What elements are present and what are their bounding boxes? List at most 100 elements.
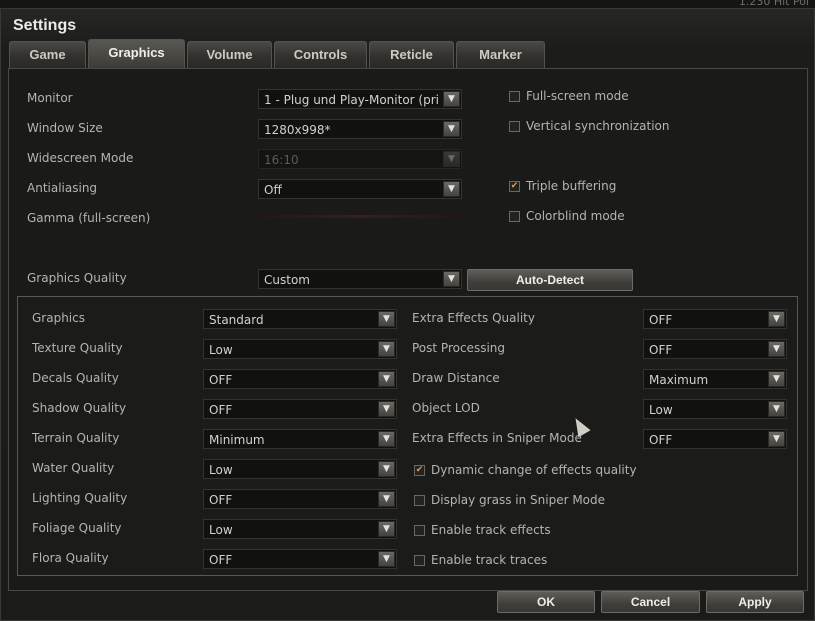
- chevron-down-icon[interactable]: ▼: [378, 401, 395, 417]
- decals-quality-label: Decals Quality: [32, 371, 119, 385]
- chevron-down-icon[interactable]: ▼: [378, 521, 395, 537]
- tab-game[interactable]: Game: [9, 41, 86, 68]
- enable-track-traces-checkbox[interactable]: Enable track traces: [414, 553, 547, 567]
- vsync-label: Vertical synchronization: [526, 119, 670, 133]
- display-grass-in-sniper-mode-label: Display grass in Sniper Mode: [431, 493, 606, 507]
- widescreen-dropdown: 16:10 ▼: [258, 149, 462, 169]
- ok-button[interactable]: OK: [497, 591, 595, 613]
- tab-reticle[interactable]: Reticle: [369, 41, 454, 68]
- window-title: Settings: [13, 17, 77, 34]
- graphics-value: Standard: [209, 313, 264, 327]
- chevron-down-icon[interactable]: ▼: [768, 371, 785, 387]
- chevron-down-icon[interactable]: ▼: [378, 431, 395, 447]
- gamma-slider[interactable]: [258, 215, 460, 218]
- checkbox-box[interactable]: [509, 90, 520, 102]
- chevron-down-icon[interactable]: ▼: [378, 311, 395, 327]
- shadow-quality-label: Shadow Quality: [32, 401, 127, 415]
- chevron-down-icon[interactable]: ▼: [378, 341, 395, 357]
- enable-track-effects-label: Enable track effects: [431, 523, 551, 537]
- checkmark-icon[interactable]: ✔: [414, 464, 425, 476]
- triple-buffering-checkbox[interactable]: ✔ Triple buffering: [509, 179, 616, 193]
- graphics-label: Graphics: [32, 311, 85, 325]
- checkbox-box[interactable]: [414, 554, 425, 566]
- shadow-quality-dropdown[interactable]: OFF ▼: [203, 399, 397, 419]
- extra-effects-quality-dropdown[interactable]: OFF ▼: [643, 309, 787, 329]
- checkbox-box[interactable]: [509, 120, 520, 132]
- checkbox-box[interactable]: [509, 210, 520, 222]
- auto-detect-button[interactable]: Auto-Detect: [467, 269, 633, 291]
- fullscreen-label: Full-screen mode: [526, 89, 629, 103]
- chevron-down-icon[interactable]: ▼: [768, 341, 785, 357]
- post-processing-dropdown[interactable]: OFF ▼: [643, 339, 787, 359]
- terrain-quality-dropdown[interactable]: Minimum ▼: [203, 429, 397, 449]
- extra-effects-in-sniper-mode-label: Extra Effects in Sniper Mode: [412, 431, 582, 445]
- widescreen-label: Widescreen Mode: [27, 151, 134, 165]
- texture-quality-label: Texture Quality: [32, 341, 123, 355]
- cancel-button[interactable]: Cancel: [601, 591, 700, 613]
- monitor-label: Monitor: [27, 91, 73, 105]
- monitor-dropdown[interactable]: 1 - Plug und Play-Monitor (prima ▼: [258, 89, 462, 109]
- graphics-dropdown[interactable]: Standard ▼: [203, 309, 397, 329]
- post-processing-label: Post Processing: [412, 341, 505, 355]
- checkmark-icon[interactable]: ✔: [509, 180, 520, 192]
- chevron-down-icon[interactable]: ▼: [768, 431, 785, 447]
- shadow-quality-value: OFF: [209, 403, 233, 417]
- chevron-down-icon[interactable]: ▼: [378, 461, 395, 477]
- decals-quality-value: OFF: [209, 373, 233, 387]
- water-quality-dropdown[interactable]: Low ▼: [203, 459, 397, 479]
- colorblind-label: Colorblind mode: [526, 209, 625, 223]
- extra-effects-in-sniper-mode-dropdown[interactable]: OFF ▼: [643, 429, 787, 449]
- draw-distance-value: Maximum: [649, 373, 709, 387]
- checkbox-box[interactable]: [414, 524, 425, 536]
- water-quality-value: Low: [209, 463, 233, 477]
- window-size-label: Window Size: [27, 121, 103, 135]
- gamma-label: Gamma (full-screen): [27, 211, 151, 225]
- graphics-quality-label: Graphics Quality: [27, 271, 127, 285]
- fullscreen-checkbox[interactable]: Full-screen mode: [509, 89, 629, 103]
- object-lod-dropdown[interactable]: Low ▼: [643, 399, 787, 419]
- chevron-down-icon[interactable]: ▼: [443, 121, 460, 137]
- post-processing-value: OFF: [649, 343, 673, 357]
- lighting-quality-dropdown[interactable]: OFF ▼: [203, 489, 397, 509]
- lighting-quality-label: Lighting Quality: [32, 491, 128, 505]
- graphics-quality-dropdown[interactable]: Custom ▼: [258, 269, 462, 289]
- foliage-quality-dropdown[interactable]: Low ▼: [203, 519, 397, 539]
- extra-effects-quality-value: OFF: [649, 313, 673, 327]
- extra-effects-quality-label: Extra Effects Quality: [412, 311, 535, 325]
- apply-button[interactable]: Apply: [706, 591, 804, 613]
- tab-controls[interactable]: Controls: [274, 41, 367, 68]
- checkbox-box[interactable]: [414, 494, 425, 506]
- draw-distance-dropdown[interactable]: Maximum ▼: [643, 369, 787, 389]
- chevron-down-icon[interactable]: ▼: [443, 271, 460, 287]
- colorblind-checkbox[interactable]: Colorblind mode: [509, 209, 625, 223]
- graphics-quality-value: Custom: [264, 273, 310, 287]
- display-grass-in-sniper-mode-checkbox[interactable]: Display grass in Sniper Mode: [414, 493, 605, 507]
- flora-quality-dropdown[interactable]: OFF ▼: [203, 549, 397, 569]
- antialiasing-label: Antialiasing: [27, 181, 98, 195]
- chevron-down-icon[interactable]: ▼: [443, 91, 460, 107]
- tab-volume[interactable]: Volume: [187, 41, 272, 68]
- window-size-dropdown[interactable]: 1280x998* ▼: [258, 119, 462, 139]
- chevron-down-icon[interactable]: ▼: [443, 181, 460, 197]
- enable-track-effects-checkbox[interactable]: Enable track effects: [414, 523, 551, 537]
- enable-track-traces-label: Enable track traces: [431, 553, 548, 567]
- chevron-down-icon[interactable]: ▼: [378, 551, 395, 567]
- chevron-down-icon[interactable]: ▼: [378, 491, 395, 507]
- tab-graphics[interactable]: Graphics: [88, 39, 185, 68]
- dynamic-change-of-effects-quality-checkbox[interactable]: ✔ Dynamic change of effects quality: [414, 463, 637, 477]
- flora-quality-value: OFF: [209, 553, 233, 567]
- vsync-checkbox[interactable]: Vertical synchronization: [509, 119, 669, 133]
- extra-effects-in-sniper-mode-value: OFF: [649, 433, 673, 447]
- chevron-down-icon[interactable]: ▼: [378, 371, 395, 387]
- monitor-value: 1 - Plug und Play-Monitor (prima: [264, 93, 439, 107]
- chevron-down-icon[interactable]: ▼: [768, 311, 785, 327]
- decals-quality-dropdown[interactable]: OFF ▼: [203, 369, 397, 389]
- texture-quality-dropdown[interactable]: Low ▼: [203, 339, 397, 359]
- dynamic-change-of-effects-quality-label: Dynamic change of effects quality: [431, 463, 637, 477]
- chevron-down-icon[interactable]: ▼: [768, 401, 785, 417]
- tab-marker[interactable]: Marker: [456, 41, 545, 68]
- draw-distance-label: Draw Distance: [412, 371, 500, 385]
- foliage-quality-label: Foliage Quality: [32, 521, 122, 535]
- object-lod-label: Object LOD: [412, 401, 480, 415]
- antialiasing-dropdown[interactable]: Off ▼: [258, 179, 462, 199]
